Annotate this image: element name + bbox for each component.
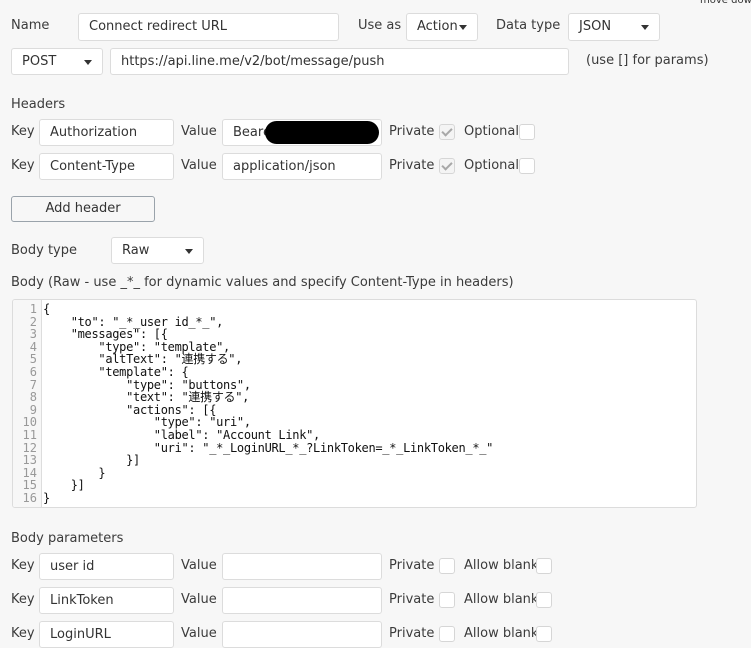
header-key-label: Key	[11, 158, 35, 173]
param-private-checkbox[interactable]	[439, 558, 455, 574]
param-value-input[interactable]	[222, 553, 382, 580]
param-allow-blank-label: Allow blank	[464, 558, 539, 573]
header-value-label: Value	[181, 158, 217, 173]
name-input[interactable]: Connect redirect URL	[78, 13, 339, 41]
code-line: "template": {	[43, 364, 189, 379]
param-value-input[interactable]	[222, 621, 382, 648]
header-key-input[interactable]: Authorization	[39, 119, 174, 146]
param-key-label: Key	[11, 592, 35, 607]
line-number: 8	[29, 390, 37, 405]
line-number: 16	[22, 490, 37, 505]
header-optional-checkbox[interactable]	[519, 124, 535, 140]
param-private-checkbox[interactable]	[439, 592, 455, 608]
use-as-value: Action	[417, 19, 458, 34]
method-value: POST	[22, 54, 57, 69]
param-value-label: Value	[181, 558, 217, 573]
param-key-input[interactable]: LinkToken	[39, 587, 174, 614]
body-type-value: Raw	[122, 243, 150, 258]
param-value-label: Value	[181, 626, 217, 641]
data-type-dropdown[interactable]: JSON	[568, 13, 660, 41]
chevron-down-icon	[84, 60, 92, 65]
data-type-label: Data type	[496, 18, 561, 33]
code-line: }]	[43, 478, 85, 493]
param-allow-blank-checkbox[interactable]	[536, 592, 552, 608]
code-line: "label": "Account Link",	[43, 427, 321, 442]
header-key-input[interactable]: Content-Type	[39, 153, 174, 180]
header-value-input[interactable]: application/json	[222, 153, 382, 180]
param-key-input[interactable]: user id	[39, 553, 174, 580]
header-value-label: Value	[181, 124, 217, 139]
param-private-label: Private	[389, 626, 435, 641]
use-as-dropdown[interactable]: Action	[406, 13, 478, 41]
line-number: 3	[29, 327, 37, 342]
code-line: }	[43, 465, 106, 480]
checkmark-icon	[441, 159, 453, 171]
header-key-label: Key	[11, 124, 35, 139]
code-content[interactable]: { "to": "_*_user id_*_", "messages": [{ …	[43, 303, 493, 505]
add-header-button[interactable]: Add header	[11, 196, 155, 222]
header-private-label: Private	[389, 124, 435, 139]
param-key-label: Key	[11, 558, 35, 573]
url-input[interactable]: https://api.line.me/v2/bot/message/push	[110, 48, 569, 75]
param-allow-blank-checkbox[interactable]	[536, 558, 552, 574]
body-raw-label: Body (Raw - use _*_ for dynamic values a…	[11, 275, 514, 290]
param-private-label: Private	[389, 592, 435, 607]
line-number: 1	[29, 302, 37, 316]
line-number: 6	[29, 364, 37, 379]
header-optional-label: Optional	[464, 158, 519, 173]
line-number-gutter: 1 2 3 4 5 6 7 8 9 10 11 12 13 14 15 16	[13, 300, 42, 507]
param-key-input[interactable]: LoginURL	[39, 621, 174, 648]
code-line: }	[43, 490, 50, 505]
param-value-label: Value	[181, 592, 217, 607]
param-key-label: Key	[11, 626, 35, 641]
checkmark-icon	[441, 125, 453, 137]
header-private-label: Private	[389, 158, 435, 173]
param-allow-blank-label: Allow blank	[464, 592, 539, 607]
header-private-checkbox[interactable]	[439, 124, 455, 140]
header-optional-label: Optional	[464, 124, 519, 139]
code-line: "messages": [{	[43, 327, 168, 342]
use-as-label: Use as	[358, 18, 402, 33]
param-value-input[interactable]	[222, 587, 382, 614]
move-down-hint[interactable]: move down	[700, 0, 751, 6]
param-private-checkbox[interactable]	[439, 626, 455, 642]
body-type-dropdown[interactable]: Raw	[111, 237, 204, 264]
param-allow-blank-label: Allow blank	[464, 626, 539, 641]
url-hint: (use [] for params)	[586, 53, 709, 68]
body-params-title: Body parameters	[11, 531, 124, 546]
data-type-value: JSON	[579, 19, 612, 34]
param-allow-blank-checkbox[interactable]	[536, 626, 552, 642]
code-line: "text": "連携する",	[43, 390, 250, 405]
body-type-label: Body type	[11, 243, 77, 258]
code-line: }]	[43, 453, 140, 468]
header-private-checkbox[interactable]	[439, 158, 455, 174]
headers-title: Headers	[11, 97, 66, 112]
code-line: {	[43, 302, 50, 316]
chevron-down-icon	[459, 25, 467, 30]
param-private-label: Private	[389, 558, 435, 573]
chevron-down-icon	[641, 25, 649, 30]
method-dropdown[interactable]: POST	[11, 48, 103, 75]
line-number: 13	[22, 453, 37, 468]
header-optional-checkbox[interactable]	[519, 158, 535, 174]
body-code-editor[interactable]: 1 2 3 4 5 6 7 8 9 10 11 12 13 14 15 16 { "to": "_*_user…	[12, 299, 697, 508]
line-number: 11	[22, 427, 37, 442]
redaction-mark	[265, 121, 379, 144]
chevron-down-icon	[185, 249, 193, 254]
name-label: Name	[11, 18, 50, 33]
